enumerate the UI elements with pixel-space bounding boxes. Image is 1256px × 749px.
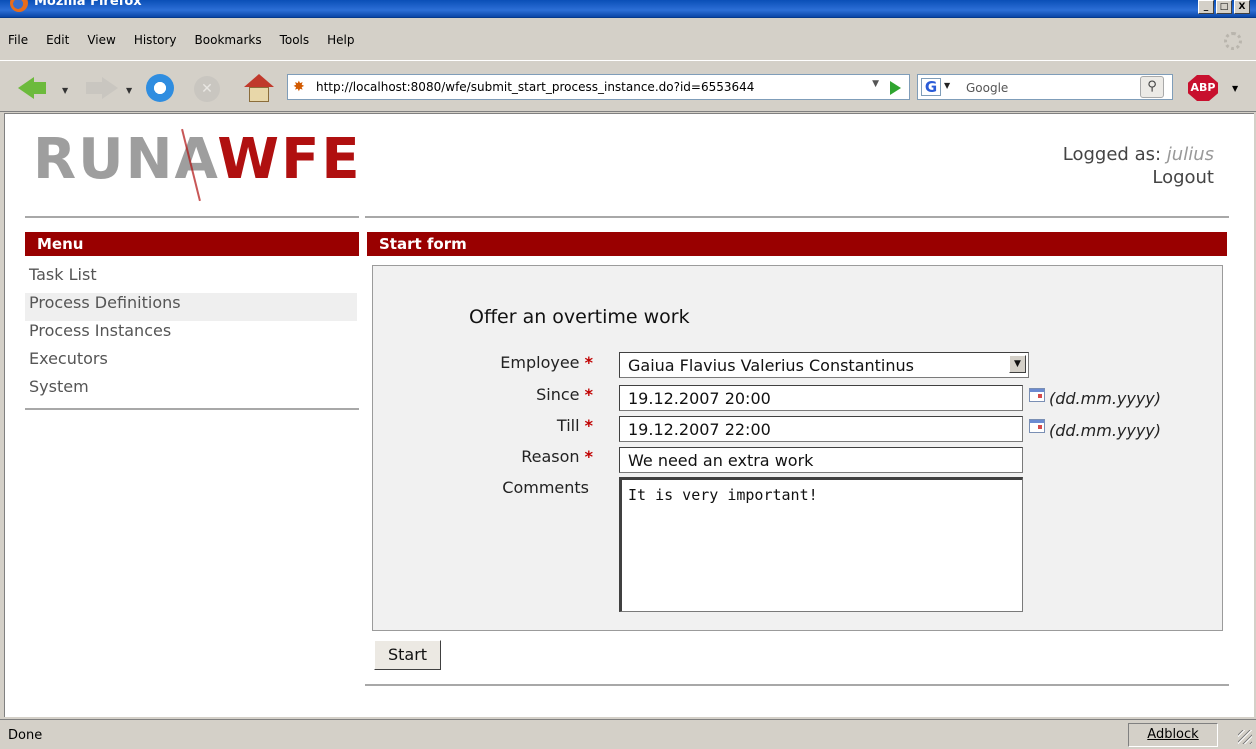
forward-history-dropdown-icon[interactable]: ▼ bbox=[126, 86, 132, 95]
menu-top-divider bbox=[25, 216, 359, 218]
menubar: File Edit View History Bookmarks Tools H… bbox=[0, 28, 1256, 52]
required-marker: * bbox=[584, 353, 593, 372]
comments-textarea[interactable]: It is very important! bbox=[619, 477, 1023, 612]
menu-item-process-definitions[interactable]: Process Definitions bbox=[25, 293, 357, 321]
status-text: Done bbox=[8, 728, 43, 743]
since-format-hint: (dd.mm.yyyy) bbox=[1049, 389, 1162, 408]
reload-icon[interactable] bbox=[146, 74, 174, 102]
reason-label-text: Reason bbox=[521, 447, 580, 466]
content-bottom-divider bbox=[365, 684, 1229, 686]
url-bar[interactable]: ✸ http://localhost:8080/wfe/submit_start… bbox=[287, 74, 910, 100]
stop-icon[interactable]: ✕ bbox=[194, 76, 220, 102]
menu-item-process-instances[interactable]: Process Instances bbox=[25, 321, 357, 349]
logo-wfe: WFE bbox=[217, 127, 362, 192]
reason-field[interactable]: We need an extra work bbox=[619, 447, 1023, 473]
required-marker: * bbox=[584, 416, 593, 435]
employee-select[interactable]: Gaiua Flavius Valerius Constantinus ▼ bbox=[619, 352, 1029, 378]
adblock-plus-icon[interactable]: ABP bbox=[1188, 75, 1218, 101]
logout-link[interactable]: Logout bbox=[1063, 167, 1214, 188]
google-search-engine-icon[interactable]: G bbox=[921, 78, 941, 96]
required-marker: * bbox=[584, 447, 593, 466]
form-title: Offer an overtime work bbox=[469, 306, 690, 328]
reason-label: Reason * bbox=[433, 447, 593, 466]
user-box: Logged as: julius Logout bbox=[1063, 144, 1214, 188]
url-history-dropdown-icon[interactable]: ▼ bbox=[872, 79, 879, 89]
main-menu: Task List Process Definitions Process In… bbox=[25, 265, 357, 405]
adblock-status-button[interactable]: Adblock bbox=[1128, 723, 1218, 747]
menu-item-executors[interactable]: Executors bbox=[25, 349, 357, 377]
menu-item-system[interactable]: System bbox=[25, 377, 357, 405]
employee-label: Employee * bbox=[433, 353, 593, 372]
till-calendar-icon[interactable] bbox=[1029, 419, 1045, 433]
start-form: Offer an overtime work Employee * Gaiua … bbox=[372, 265, 1223, 631]
back-button[interactable] bbox=[32, 82, 46, 94]
since-calendar-icon[interactable] bbox=[1029, 388, 1045, 402]
go-arrow-icon[interactable] bbox=[890, 81, 901, 95]
forward-arrow-icon[interactable] bbox=[102, 77, 118, 99]
home-roof bbox=[244, 74, 274, 87]
start-form-header: Start form bbox=[367, 232, 1227, 256]
close-button[interactable]: X bbox=[1234, 0, 1250, 14]
search-bar[interactable]: G ▼ Google bbox=[917, 74, 1173, 100]
home-icon[interactable] bbox=[244, 74, 274, 102]
since-label-text: Since bbox=[536, 385, 580, 404]
window-title: Mozilla Firefox bbox=[34, 0, 142, 9]
till-label: Till * bbox=[433, 416, 593, 435]
menu-edit[interactable]: Edit bbox=[42, 31, 73, 49]
menu-tools[interactable]: Tools bbox=[276, 31, 314, 49]
menu-bottom-divider bbox=[25, 408, 359, 410]
chevron-down-icon[interactable]: ▼ bbox=[1009, 355, 1026, 373]
window-titlebar: Mozilla Firefox _ □ X bbox=[0, 0, 1256, 18]
site-favicon-icon: ✸ bbox=[293, 79, 305, 95]
forward-button[interactable] bbox=[86, 82, 102, 94]
activity-throbber-icon bbox=[1224, 32, 1242, 50]
menu-view[interactable]: View bbox=[83, 31, 119, 49]
since-label: Since * bbox=[433, 385, 593, 404]
page-viewport: RUNAWFE Logged as: julius Logout Menu Ta… bbox=[4, 113, 1254, 717]
status-bar: Done Adblock bbox=[0, 719, 1256, 749]
required-marker: * bbox=[584, 385, 593, 404]
runawfe-logo: RUNAWFE bbox=[33, 132, 362, 188]
employee-label-text: Employee bbox=[500, 353, 580, 372]
search-input[interactable]: Google bbox=[966, 81, 1008, 95]
till-field[interactable]: 19.12.2007 22:00 bbox=[619, 416, 1023, 442]
window-controls: _ □ X bbox=[1198, 0, 1250, 14]
menu-bookmarks[interactable]: Bookmarks bbox=[191, 31, 266, 49]
since-field[interactable]: 19.12.2007 20:00 bbox=[619, 385, 1023, 411]
home-body bbox=[249, 87, 269, 102]
employee-selected-value: Gaiua Flavius Valerius Constantinus bbox=[628, 356, 914, 375]
menu-history[interactable]: History bbox=[130, 31, 181, 49]
firefox-icon bbox=[10, 0, 28, 12]
adblock-dropdown-icon[interactable]: ▼ bbox=[1232, 84, 1238, 93]
search-engine-dropdown-icon[interactable]: ▼ bbox=[944, 81, 950, 90]
menu-help[interactable]: Help bbox=[323, 31, 358, 49]
search-magnifier-icon[interactable]: ⚲ bbox=[1140, 76, 1164, 98]
content-top-divider bbox=[365, 216, 1229, 218]
adblock-status-label: Adblock bbox=[1147, 727, 1199, 742]
url-text[interactable]: http://localhost:8080/wfe/submit_start_p… bbox=[316, 80, 754, 94]
resize-grip-icon[interactable] bbox=[1238, 730, 1252, 744]
menu-header: Menu bbox=[25, 232, 359, 256]
menu-file[interactable]: File bbox=[4, 31, 32, 49]
maximize-button[interactable]: □ bbox=[1216, 0, 1232, 14]
back-history-dropdown-icon[interactable]: ▼ bbox=[62, 86, 68, 95]
username: julius bbox=[1166, 144, 1214, 165]
minimize-button[interactable]: _ bbox=[1198, 0, 1214, 14]
start-button[interactable]: Start bbox=[374, 640, 441, 670]
logged-as-label: Logged as: bbox=[1062, 144, 1162, 165]
comments-label: Comments bbox=[502, 478, 589, 497]
till-label-text: Till bbox=[556, 416, 580, 435]
menu-item-task-list[interactable]: Task List bbox=[25, 265, 357, 293]
till-format-hint: (dd.mm.yyyy) bbox=[1049, 421, 1162, 440]
